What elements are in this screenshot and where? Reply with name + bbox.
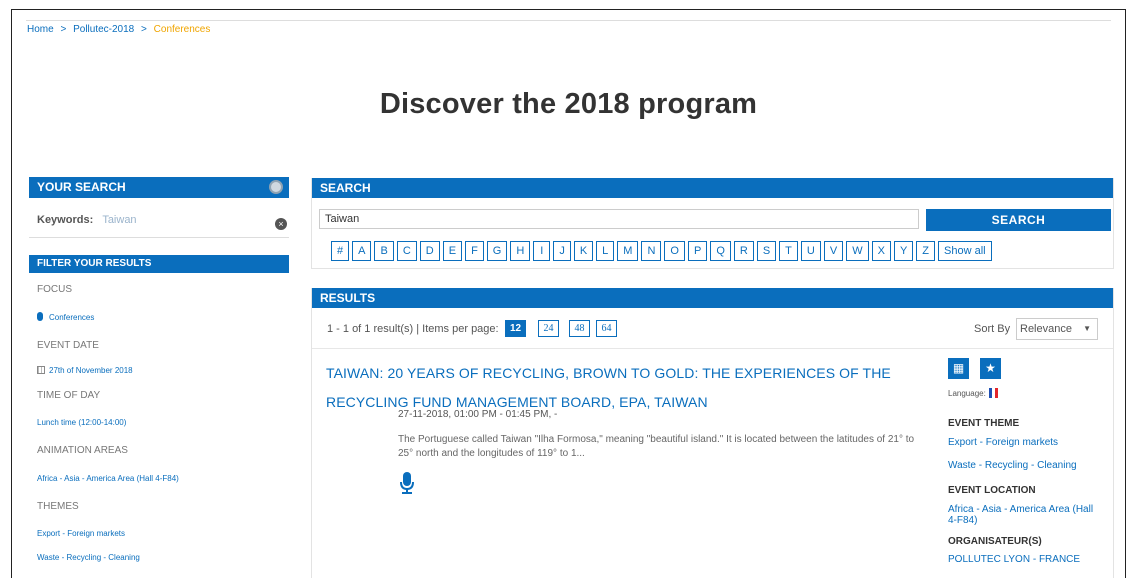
calendar-icon[interactable]: ▦ [948,358,969,379]
language-label: Language: [948,389,986,398]
filter-header: FILTER YOUR RESULTS [29,255,289,273]
letter-filter-i[interactable]: I [533,241,551,261]
breadcrumb-event[interactable]: Pollutec-2018 [73,24,134,35]
keywords-value: Taiwan [102,214,137,226]
search-panel: SEARCH SEARCH #ABCDEFGHIJKLMNOPQRSTUVWXY… [311,178,1114,269]
your-search-header: YOUR SEARCH [29,177,289,198]
letter-filter-j[interactable]: J [553,241,571,261]
reset-search-icon[interactable] [269,180,283,194]
show-all-button[interactable]: Show all [938,241,992,261]
letter-filter-m[interactable]: M [617,241,639,261]
keywords-label: Keywords: [37,214,94,226]
event-theme-heading: EVENT THEME [948,418,1020,429]
letter-filter-o[interactable]: O [664,241,685,261]
letter-filter-x[interactable]: X [871,241,891,261]
per-page-48[interactable]: 48 [569,320,590,337]
left-panel: YOUR SEARCH Keywords: Taiwan × FILTER YO… [29,177,289,562]
event-location-heading: EVENT LOCATION [948,485,1036,496]
page-title: Discover the 2018 program [379,88,758,120]
microphone-icon [37,312,43,321]
breadcrumb: Home > Pollutec-2018 > Conferences [27,24,210,35]
letter-filter-a[interactable]: A [352,241,372,261]
event-date: 27-11-2018, 01:00 PM - 01:45 PM, - [398,409,558,420]
letter-filter-h[interactable]: H [510,241,531,261]
letter-filter-k[interactable]: K [573,241,594,261]
alphabet-filter: # A B C D E F G H I J K L M N O P Q R S T U V W X Y Z Show all [331,241,995,261]
results-count: 1 - 1 of 1 result(s) | Items per page: [327,323,499,335]
breadcrumb-separator: > [141,24,147,35]
keywords-row: Keywords: Taiwan × [29,198,289,238]
letter-filter-z[interactable]: Z [916,241,936,261]
breadcrumb-home[interactable]: Home [27,24,54,35]
organiser-link[interactable]: POLLUTEC LYON - FRANCE [948,554,1080,565]
letter-filter-b[interactable]: B [374,241,394,261]
microphone-icon [400,472,414,494]
letter-filter-p[interactable]: P [687,241,708,261]
event-location-link[interactable]: Africa - Asia - America Area (Hall 4-F84… [948,504,1103,526]
results-panel: RESULTS 1 - 1 of 1 result(s) | Items per… [311,288,1114,578]
letter-filter-t[interactable]: T [779,241,798,261]
letter-filter-w[interactable]: W [846,241,869,261]
results-header: RESULTS [312,288,1113,308]
letter-filter-g[interactable]: G [486,241,508,261]
letter-filter-v[interactable]: V [823,241,844,261]
results-divider [312,348,1113,349]
letter-filter-u[interactable]: U [800,241,821,261]
sort-select[interactable]: Relevance ▼ [1016,318,1098,340]
letter-filter-e[interactable]: E [442,241,463,261]
letter-filter-c[interactable]: C [396,241,417,261]
event-description: The Portuguese called Taiwan "Ilha Formo… [398,434,915,459]
breadcrumb-separator: > [60,24,67,35]
letter-filter-r[interactable]: R [733,241,754,261]
language-row: Language: [948,388,998,398]
sort-label: Sort By [974,323,1011,335]
star-icon[interactable]: ★ [980,358,1001,379]
letter-filter-y[interactable]: Y [893,241,914,261]
clear-keyword-icon[interactable]: × [275,218,287,230]
per-page-24[interactable]: 24 [538,320,559,337]
search-header: SEARCH [312,178,1113,198]
search-input[interactable] [319,209,919,229]
event-theme-export-link[interactable]: Export - Foreign markets [948,437,1058,448]
letter-filter-f[interactable]: F [465,241,484,261]
chevron-down-icon: ▼ [1083,324,1091,333]
letter-filter-l[interactable]: L [596,241,615,261]
french-flag-icon [988,388,998,398]
letter-filter-q[interactable]: Q [710,241,731,261]
letter-filter-s[interactable]: S [756,241,777,261]
search-button[interactable]: SEARCH [926,209,1111,231]
sort-value: Relevance [1020,323,1072,335]
breadcrumb-current: Conferences [153,24,211,35]
letter-filter-n[interactable]: N [641,241,662,261]
letter-filter-hash[interactable]: # [331,241,350,261]
per-page-64[interactable]: 64 [596,320,617,337]
your-search-title: YOUR SEARCH [37,180,126,194]
top-divider [26,20,1111,21]
organisers-heading: ORGANISATEUR(S) [948,536,1042,547]
checkbox-icon[interactable] [37,366,45,374]
event-theme-waste-link[interactable]: Waste - Recycling - Cleaning [948,460,1077,471]
per-page-12[interactable]: 12 [505,320,526,337]
letter-filter-d[interactable]: D [419,241,440,261]
